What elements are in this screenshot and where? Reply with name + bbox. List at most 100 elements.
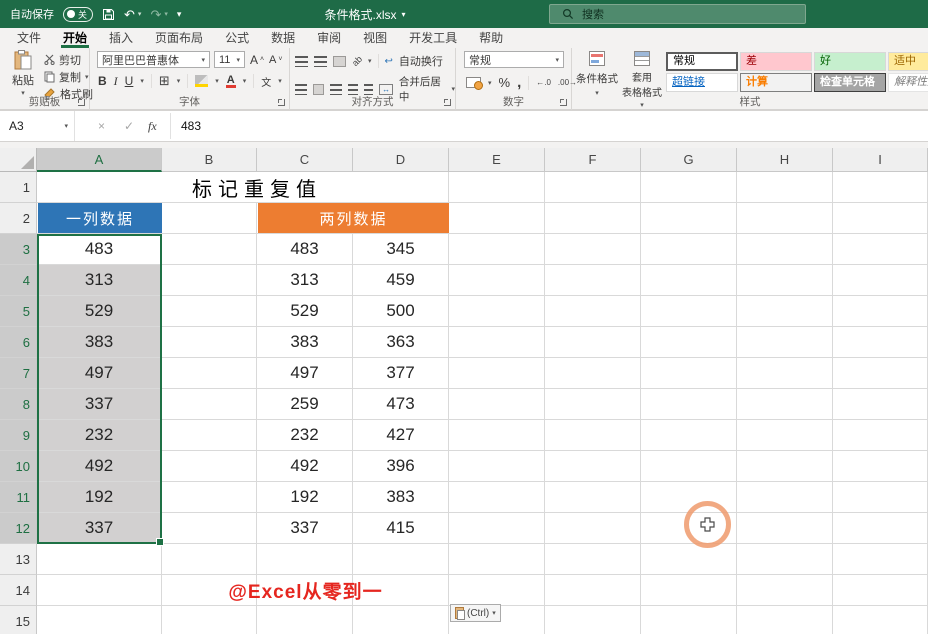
cell-H2[interactable]: [737, 203, 833, 234]
undo-caret-icon[interactable]: ▾: [138, 10, 142, 18]
cell-G14[interactable]: [641, 575, 737, 606]
cell-F9[interactable]: [545, 420, 641, 451]
font-dialog-launcher-icon[interactable]: [278, 99, 285, 106]
cell-C11[interactable]: 192: [257, 482, 353, 513]
align-left-icon[interactable]: [295, 84, 307, 95]
name-box[interactable]: A3▾: [0, 111, 75, 141]
cell-style-超链接[interactable]: 超链接: [666, 73, 738, 92]
cell-B2[interactable]: [162, 203, 257, 234]
conditional-formatting-button[interactable]: 条件格式 ▾: [576, 51, 618, 98]
cell-I3[interactable]: [833, 234, 928, 265]
alignment-dialog-launcher-icon[interactable]: [444, 99, 451, 106]
cell-F15[interactable]: [545, 606, 641, 634]
orientation-icon[interactable]: ab: [350, 54, 364, 68]
underline-button[interactable]: U: [125, 74, 134, 88]
paste-button[interactable]: 粘贴 ▾: [5, 50, 41, 96]
cell-E1[interactable]: [449, 172, 545, 203]
cell-C15[interactable]: [257, 606, 353, 634]
cell-C12[interactable]: 337: [257, 513, 353, 544]
row-header-5[interactable]: 5: [0, 296, 37, 327]
cell-E6[interactable]: [449, 327, 545, 358]
row-header-11[interactable]: 11: [0, 482, 37, 513]
cell-I9[interactable]: [833, 420, 928, 451]
cell-F5[interactable]: [545, 296, 641, 327]
tab-视图[interactable]: 视图: [352, 28, 398, 48]
cell-H4[interactable]: [737, 265, 833, 296]
cell-G6[interactable]: [641, 327, 737, 358]
font-color-button[interactable]: A: [226, 75, 236, 88]
cell-E12[interactable]: [449, 513, 545, 544]
orientation-caret-icon[interactable]: ▾: [368, 57, 372, 65]
qat-customize-icon[interactable]: ▾: [177, 10, 182, 19]
cell-A14[interactable]: [37, 575, 162, 606]
cell-B15[interactable]: [162, 606, 257, 634]
row-header-8[interactable]: 8: [0, 389, 37, 420]
tab-插入[interactable]: 插入: [98, 28, 144, 48]
column-header-C[interactable]: C: [257, 148, 353, 172]
font-name-select[interactable]: 阿里巴巴普惠体▾: [97, 51, 210, 68]
tab-数据[interactable]: 数据: [260, 28, 306, 48]
cell-D8[interactable]: 473: [353, 389, 449, 420]
cell-H1[interactable]: [737, 172, 833, 203]
cell-I8[interactable]: [833, 389, 928, 420]
tab-开始[interactable]: 开始: [52, 28, 98, 48]
cell-E9[interactable]: [449, 420, 545, 451]
cell-I6[interactable]: [833, 327, 928, 358]
increase-indent-icon[interactable]: [364, 84, 374, 95]
cell-I15[interactable]: [833, 606, 928, 634]
align-center-icon[interactable]: [313, 84, 325, 95]
align-bottom-icon[interactable]: [333, 56, 346, 67]
font-size-select[interactable]: 11▾: [214, 51, 245, 68]
font-color-caret-icon[interactable]: ▾: [243, 77, 247, 85]
underline-caret-icon[interactable]: ▾: [140, 77, 144, 85]
cell-A15[interactable]: [37, 606, 162, 634]
cell-G13[interactable]: [641, 544, 737, 575]
cell-E4[interactable]: [449, 265, 545, 296]
cell-A3[interactable]: 483: [37, 234, 162, 265]
increase-font-button[interactable]: A˄: [250, 52, 264, 67]
cell-B11[interactable]: [162, 482, 257, 513]
insert-function-icon[interactable]: fx: [148, 111, 157, 141]
wrap-text-button[interactable]: 自动换行: [399, 53, 443, 69]
cell-C3[interactable]: 483: [257, 234, 353, 265]
number-format-select[interactable]: 常规▾: [464, 51, 564, 68]
autosave-toggle[interactable]: 关: [63, 7, 93, 22]
document-title[interactable]: 条件格式.xlsx▾: [290, 0, 440, 28]
tab-文件[interactable]: 文件: [6, 28, 52, 48]
cell-F4[interactable]: [545, 265, 641, 296]
increase-decimal-button[interactable]: ←.0: [536, 78, 551, 87]
undo-icon[interactable]: ↶: [124, 8, 135, 21]
one-column-header-cell[interactable]: 一列数据: [38, 203, 162, 233]
cell-E5[interactable]: [449, 296, 545, 327]
cell-F10[interactable]: [545, 451, 641, 482]
cell-I14[interactable]: [833, 575, 928, 606]
cell-B9[interactable]: [162, 420, 257, 451]
cell-B6[interactable]: [162, 327, 257, 358]
cell-B8[interactable]: [162, 389, 257, 420]
cell-E7[interactable]: [449, 358, 545, 389]
cell-style-常规[interactable]: 常规: [666, 52, 738, 71]
cell-G2[interactable]: [641, 203, 737, 234]
cell-E2[interactable]: [449, 203, 545, 234]
phonetic-button[interactable]: 文: [261, 74, 271, 89]
cell-G7[interactable]: [641, 358, 737, 389]
cell-I4[interactable]: [833, 265, 928, 296]
cell-D12[interactable]: 415: [353, 513, 449, 544]
cell-C9[interactable]: 232: [257, 420, 353, 451]
cell-I7[interactable]: [833, 358, 928, 389]
decrease-indent-icon[interactable]: [348, 84, 358, 95]
cell-F13[interactable]: [545, 544, 641, 575]
cell-B10[interactable]: [162, 451, 257, 482]
cell-B5[interactable]: [162, 296, 257, 327]
cell-E13[interactable]: [449, 544, 545, 575]
cell-G9[interactable]: [641, 420, 737, 451]
cell-C13[interactable]: [257, 544, 353, 575]
decrease-font-button[interactable]: A˅: [269, 52, 282, 67]
cell-H6[interactable]: [737, 327, 833, 358]
cell-G8[interactable]: [641, 389, 737, 420]
tab-页面布局[interactable]: 页面布局: [144, 28, 214, 48]
cell-B13[interactable]: [162, 544, 257, 575]
row-header-12[interactable]: 12: [0, 513, 37, 544]
cell-I1[interactable]: [833, 172, 928, 203]
cell-A4[interactable]: 313: [37, 265, 162, 296]
